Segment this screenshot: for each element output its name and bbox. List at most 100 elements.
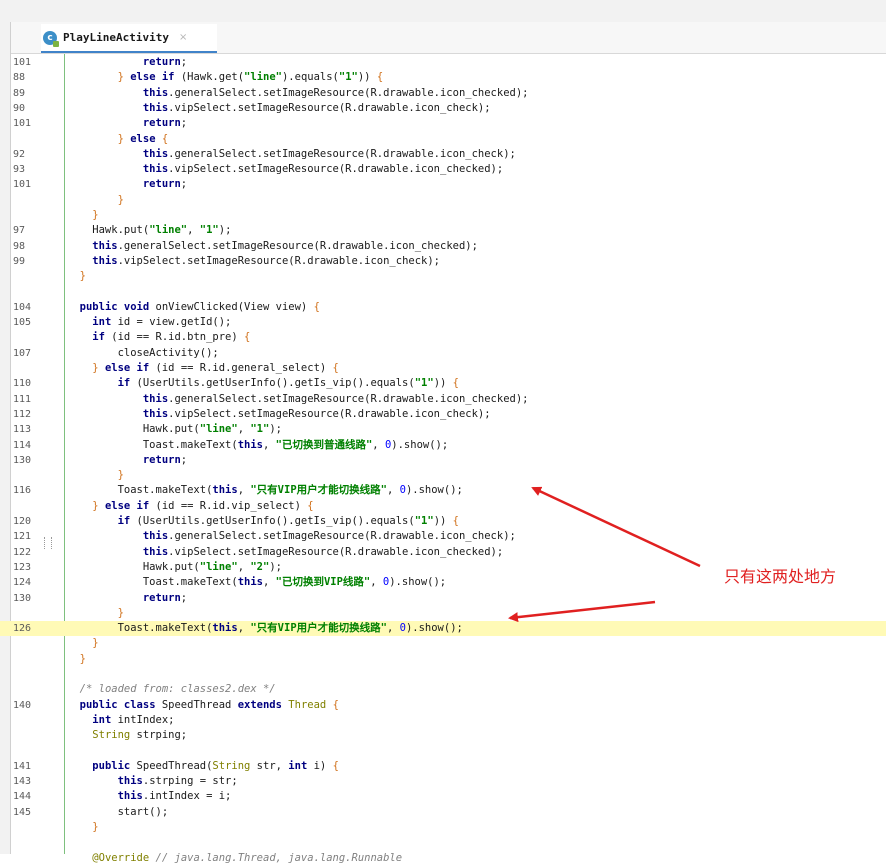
code-line[interactable]: } [0, 208, 886, 223]
code-line[interactable]: } [0, 820, 886, 835]
code-line[interactable]: 93 this.vipSelect.setImageResource(R.dra… [0, 162, 886, 177]
code-token: .generalSelect.setImageResource(R.drawab… [168, 86, 529, 99]
code-line[interactable]: } [0, 606, 886, 621]
code-line[interactable]: 140 public class SpeedThread extends Thr… [0, 698, 886, 713]
code-line[interactable]: 105 int id = view.getId(); [0, 315, 886, 330]
code-token: "只有VIP用户才能切换线路" [250, 484, 387, 497]
line-number: 130 [13, 454, 32, 466]
code-line[interactable]: 112 this.vipSelect.setImageResource(R.dr… [0, 407, 886, 422]
code-line[interactable]: 130 return; [0, 453, 886, 468]
code-line[interactable] [0, 667, 886, 682]
code-line[interactable]: 113 Hawk.put("line", "1"); [0, 422, 886, 437]
code-line[interactable]: } [0, 652, 886, 667]
code-token: , [386, 622, 400, 635]
code-line[interactable]: String strping; [0, 728, 886, 743]
code-line[interactable] [0, 744, 886, 759]
code-line[interactable]: if (id == R.id.btn_pre) { [0, 330, 886, 345]
code-text: } [67, 652, 86, 667]
code-line[interactable]: } else { [0, 132, 886, 147]
code-line[interactable]: 130 return; [0, 591, 886, 606]
code-token: .generalSelect.setImageResource(R.drawab… [168, 392, 529, 405]
code-token: strping; [130, 729, 188, 742]
line-number: 99 [13, 255, 26, 267]
line-number: 101 [13, 118, 32, 130]
code-line[interactable]: 145 start(); [0, 805, 886, 820]
code-text: this.strping = str; [67, 774, 238, 789]
code-line[interactable]: } [0, 193, 886, 208]
code-token: this [142, 86, 169, 99]
code-token: return [142, 178, 181, 191]
code-line[interactable]: 144 this.intIndex = i; [0, 789, 886, 804]
code-text: } else if (id == R.id.general_select) { [67, 361, 339, 376]
code-token: { [313, 300, 320, 313]
code-text: /* loaded from: classes2.dex */ [67, 682, 276, 697]
code-line[interactable]: 88 } else if (Hawk.get("line").equals("1… [0, 70, 886, 85]
line-number: 144 [13, 791, 32, 803]
line-number: 101 [13, 179, 32, 191]
code-line[interactable]: 143 this.strping = str; [0, 774, 886, 789]
code-line[interactable]: } else if (id == R.id.general_select) { [0, 361, 886, 376]
code-text: this.vipSelect.setImageResource(R.drawab… [67, 101, 491, 116]
code-line[interactable]: } else if (id == R.id.vip_select) { [0, 499, 886, 514]
code-line[interactable]: 97 Hawk.put("line", "1"); [0, 223, 886, 238]
code-line[interactable]: 126 Toast.makeText(this, "只有VIP用户才能切换线路"… [0, 621, 886, 637]
code-line[interactable]: 89 this.generalSelect.setImageResource(R… [0, 86, 886, 101]
code-line[interactable]: 101 return; [0, 55, 886, 70]
line-number: 101 [13, 57, 32, 68]
code-line[interactable]: 104 public void onViewClicked(View view)… [0, 300, 886, 315]
code-line[interactable]: } [0, 468, 886, 483]
code-line[interactable]: 116 Toast.makeText(this, "只有VIP用户才能切换线路"… [0, 483, 886, 498]
code-token: i) [307, 759, 333, 772]
code-line[interactable]: int intIndex; [0, 713, 886, 728]
line-number: 122 [13, 546, 32, 558]
code-line[interactable]: 111 this.generalSelect.setImageResource(… [0, 392, 886, 407]
code-token: int [92, 713, 112, 726]
line-number: 92 [13, 148, 26, 160]
code-line[interactable]: 98 this.generalSelect.setImageResource(R… [0, 239, 886, 254]
code-line[interactable]: 110 if (UserUtils.getUserInfo().getIs_vi… [0, 376, 886, 391]
code-text: } else if (id == R.id.vip_select) { [67, 499, 313, 514]
code-token: } [92, 637, 99, 650]
code-line[interactable]: } [0, 269, 886, 284]
code-line[interactable]: 121 this.generalSelect.setImageResource(… [0, 529, 886, 544]
code-line[interactable]: 107 closeActivity(); [0, 346, 886, 361]
code-token: this [117, 790, 143, 803]
code-line[interactable]: @Override // java.lang.Thread, java.lang… [0, 851, 886, 866]
line-number: 141 [13, 760, 32, 772]
code-token: , [237, 423, 251, 436]
code-line[interactable]: } [0, 636, 886, 651]
code-token: "已切换到普通线路" [275, 438, 373, 451]
code-line[interactable]: 141 public SpeedThread(String str, int i… [0, 759, 886, 774]
code-token: .strping = str; [142, 775, 238, 788]
code-editor[interactable]: 101 return; 88 } else if (Hawk.get("line"… [0, 0, 886, 864]
code-token: SpeedThread( [130, 759, 213, 772]
line-number: 93 [13, 164, 26, 176]
code-line[interactable]: /* loaded from: classes2.dex */ [0, 682, 886, 697]
code-line[interactable] [0, 285, 886, 300]
code-token: this [142, 392, 169, 405]
code-line[interactable]: 120 if (UserUtils.getUserInfo().getIs_vi… [0, 514, 886, 529]
code-token: ).show(); [405, 484, 463, 497]
code-token: , [386, 484, 400, 497]
code-token: { [452, 377, 459, 390]
code-line[interactable]: 99 this.vipSelect.setImageResource(R.dra… [0, 254, 886, 269]
code-line[interactable]: 122 this.vipSelect.setImageResource(R.dr… [0, 545, 886, 560]
line-number: 90 [13, 102, 26, 114]
code-line[interactable]: 92 this.generalSelect.setImageResource(R… [0, 147, 886, 162]
code-line[interactable]: 114 Toast.makeText(this, "已切换到普通线路", 0).… [0, 438, 886, 453]
code-line[interactable]: 101 return; [0, 177, 886, 192]
code-line[interactable]: 101 return; [0, 116, 886, 131]
code-token: id = view.getId(); [111, 316, 232, 329]
code-token: else if [104, 499, 150, 512]
code-line[interactable] [0, 835, 886, 850]
code-line[interactable]: 90 this.vipSelect.setImageResource(R.dra… [0, 101, 886, 116]
